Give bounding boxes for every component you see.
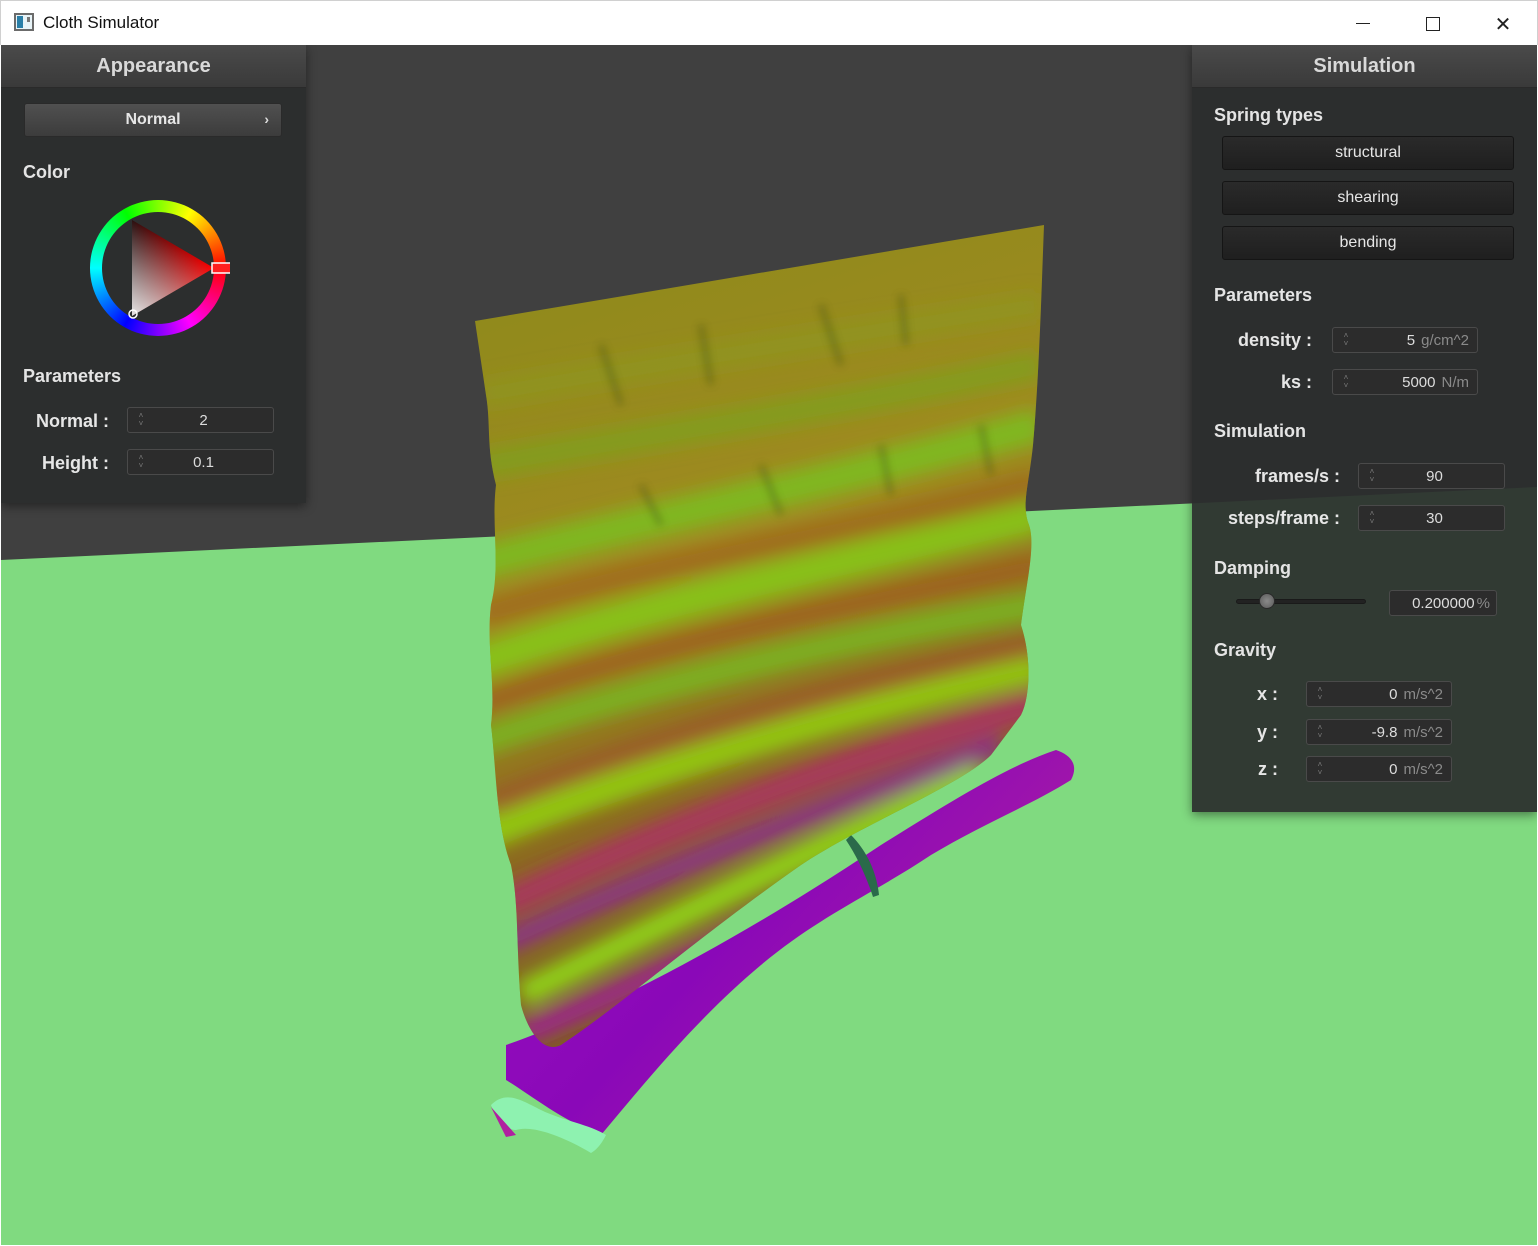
density-unit: g/cm^2	[1421, 331, 1469, 349]
fps-label: frames/s :	[1254, 466, 1340, 486]
bending-button[interactable]: bending	[1222, 226, 1514, 260]
spin-arrows-icon[interactable]: ˄ ˅	[1313, 686, 1327, 702]
gravity-label: Gravity	[1214, 640, 1277, 660]
spin-arrows-icon[interactable]: ˄ ˅	[1313, 724, 1327, 740]
gravity-y-label: y :	[1256, 722, 1278, 742]
gravity-y-input[interactable]: ˄ ˅ -9.8 m/s^2	[1306, 719, 1452, 745]
color-label: Color	[23, 162, 70, 182]
appearance-parameters-label: Parameters	[23, 366, 122, 386]
simulation-parameters-label: Parameters	[1214, 285, 1313, 305]
appearance-panel: Appearance Normal › Color Parameters Nor…	[1, 45, 306, 503]
gravity-x-label: x :	[1256, 684, 1278, 704]
spin-arrows-icon[interactable]: ˄ ˅	[1313, 761, 1327, 777]
gravity-x-unit: m/s^2	[1403, 685, 1443, 703]
fps-input[interactable]: ˄ ˅ 90	[1358, 463, 1505, 489]
height-label: Height :	[42, 453, 109, 473]
steps-value: 30	[1426, 509, 1443, 527]
window-titlebar: Cloth Simulator ✕	[0, 0, 1538, 45]
spin-arrows-icon[interactable]: ˄ ˅	[1365, 468, 1379, 484]
shader-select[interactable]: Normal ›	[24, 103, 282, 137]
damping-slider-thumb[interactable]	[1258, 593, 1275, 609]
shader-select-value: Normal	[125, 111, 181, 128]
window-title: Cloth Simulator	[43, 13, 160, 32]
gravity-z-input[interactable]: ˄ ˅ 0 m/s^2	[1306, 756, 1452, 782]
spin-arrows-icon[interactable]: ˄ ˅	[134, 454, 148, 470]
normal-value: 2	[199, 411, 208, 429]
gravity-y-unit: m/s^2	[1403, 723, 1443, 741]
steps-label: steps/frame :	[1227, 508, 1340, 528]
close-button[interactable]: ✕	[1468, 1, 1538, 46]
normal-label: Normal :	[35, 411, 109, 431]
normal-input[interactable]: ˄ ˅ 2	[127, 407, 274, 433]
density-input[interactable]: ˄ ˅ 5 g/cm^2	[1332, 327, 1478, 353]
steps-input[interactable]: ˄ ˅ 30	[1358, 505, 1505, 531]
close-icon: ✕	[1494, 11, 1512, 36]
gravity-y-value: -9.8	[1371, 723, 1398, 741]
simulation-viewport[interactable]: Appearance Normal › Color Parameters Nor…	[1, 45, 1537, 1245]
fps-value: 90	[1426, 467, 1443, 485]
ks-unit: N/m	[1441, 373, 1470, 391]
app-icon	[14, 13, 34, 31]
ks-label: ks :	[1280, 372, 1312, 392]
gravity-z-label: z :	[1258, 759, 1278, 779]
shearing-button[interactable]: shearing	[1222, 181, 1514, 215]
spin-arrows-icon[interactable]: ˄ ˅	[1365, 510, 1379, 526]
damping-value: 0.200000	[1412, 594, 1475, 612]
simulation-panel-header[interactable]: Simulation	[1192, 45, 1537, 88]
chevron-right-icon: ›	[264, 111, 269, 127]
minimize-icon	[1356, 23, 1370, 24]
spin-arrows-icon[interactable]: ˄ ˅	[134, 412, 148, 428]
simulation-panel: Simulation Spring types structural shear…	[1192, 45, 1537, 812]
damping-slider[interactable]	[1236, 593, 1366, 609]
damping-label: Damping	[1214, 558, 1292, 578]
maximize-button[interactable]	[1398, 1, 1468, 46]
hue-handle[interactable]	[211, 262, 230, 274]
spin-arrows-icon[interactable]: ˄ ˅	[1339, 332, 1353, 348]
density-value: 5	[1406, 331, 1416, 349]
minimize-button[interactable]	[1328, 1, 1398, 46]
color-wheel[interactable]	[86, 196, 230, 340]
damping-input[interactable]: 0.200000 %	[1389, 590, 1497, 616]
ks-input[interactable]: ˄ ˅ 5000 N/m	[1332, 369, 1478, 395]
gravity-z-value: 0	[1389, 760, 1398, 778]
simulation-section-label: Simulation	[1214, 421, 1307, 441]
ks-value: 5000	[1402, 373, 1436, 391]
structural-button[interactable]: structural	[1222, 136, 1514, 170]
height-value: 0.1	[193, 453, 214, 471]
gravity-x-value: 0	[1389, 685, 1398, 703]
maximize-icon	[1426, 16, 1440, 31]
damping-slider-track	[1236, 599, 1366, 604]
spring-types-label: Spring types	[1214, 105, 1324, 125]
density-label: density :	[1237, 330, 1312, 350]
height-input[interactable]: ˄ ˅ 0.1	[127, 449, 274, 475]
gravity-z-unit: m/s^2	[1403, 760, 1443, 778]
damping-unit: %	[1476, 594, 1490, 612]
spin-arrows-icon[interactable]: ˄ ˅	[1339, 374, 1353, 390]
appearance-panel-header[interactable]: Appearance	[1, 45, 306, 88]
gravity-x-input[interactable]: ˄ ˅ 0 m/s^2	[1306, 681, 1452, 707]
